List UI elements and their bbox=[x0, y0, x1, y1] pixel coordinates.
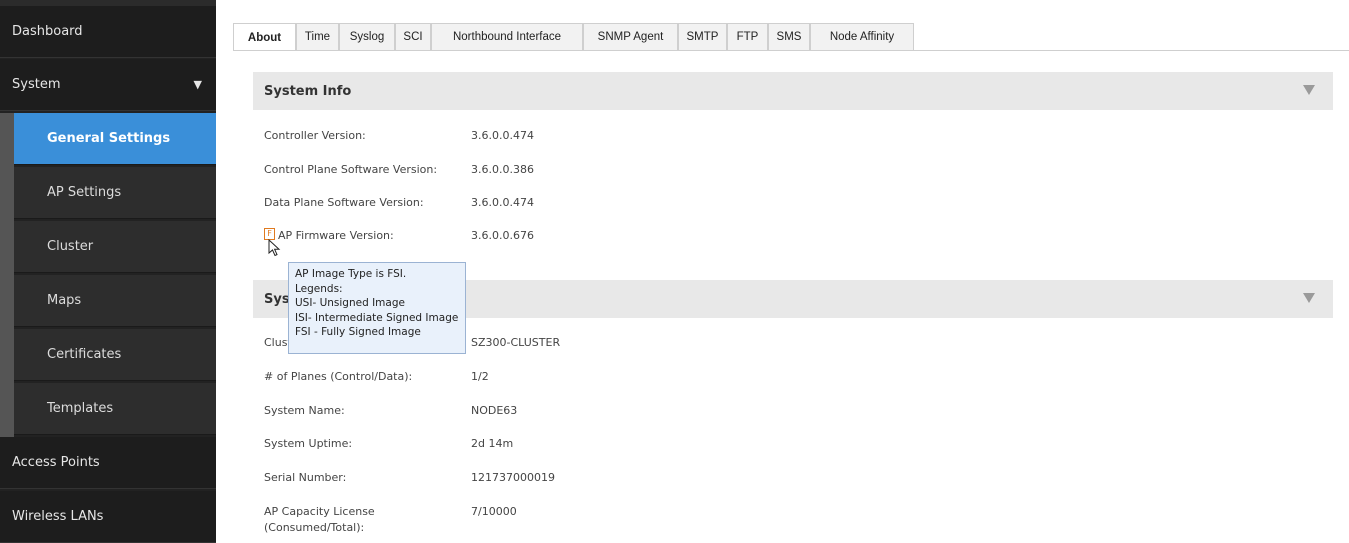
system-name-label: System Name: bbox=[264, 404, 345, 417]
ap-capacity-license-label-2: (Consumed/Total): bbox=[264, 521, 365, 534]
tab-label: Node Affinity bbox=[829, 31, 895, 43]
tab-time[interactable]: Time bbox=[296, 23, 339, 50]
sidebar-item-cluster[interactable]: Cluster bbox=[14, 221, 216, 273]
tooltip-line: FSI - Fully Signed Image bbox=[295, 326, 421, 338]
sidebar-item-label: System bbox=[12, 77, 61, 92]
sidebar-item-label: Dashboard bbox=[12, 24, 83, 39]
tab-northbound-interface[interactable]: Northbound Interface bbox=[431, 23, 583, 50]
tab-node-affinity[interactable]: Node Affinity bbox=[810, 23, 914, 50]
system-uptime-value: 2d 14m bbox=[471, 437, 514, 450]
tab-smtp[interactable]: SMTP bbox=[678, 23, 727, 50]
sidebar-item-general-settings[interactable]: General Settings bbox=[14, 113, 216, 165]
sidebar-item-access-points[interactable]: Access Points bbox=[0, 437, 216, 489]
sidebar-item-label: Access Points bbox=[12, 455, 100, 470]
section-title: System Info bbox=[264, 83, 352, 99]
sidebar-item-maps[interactable]: Maps bbox=[14, 275, 216, 327]
sidebar-item-certificates[interactable]: Certificates bbox=[14, 329, 216, 381]
data-plane-version-value: 3.6.0.0.474 bbox=[471, 196, 534, 209]
collapse-icon[interactable] bbox=[1303, 85, 1315, 95]
tab-sms[interactable]: SMS bbox=[768, 23, 810, 50]
serial-number-value: 121737000019 bbox=[471, 471, 555, 484]
tab-label: SMTP bbox=[686, 31, 719, 43]
tooltip-line: USI- Unsigned Image bbox=[295, 297, 405, 309]
sidebar-item-label: AP Settings bbox=[47, 185, 122, 200]
system-info-header[interactable]: System Info bbox=[253, 72, 1333, 110]
system-uptime-label: System Uptime: bbox=[264, 437, 353, 450]
mouse-pointer-icon bbox=[268, 239, 281, 257]
collapse-icon[interactable] bbox=[1303, 293, 1315, 303]
tooltip-line: Legends: bbox=[295, 282, 343, 295]
ap-capacity-license-label: AP Capacity License bbox=[264, 505, 375, 518]
control-plane-version-label: Control Plane Software Version: bbox=[264, 163, 438, 176]
tab-label: Northbound Interface bbox=[452, 31, 562, 43]
ap-capacity-license-value: 7/10000 bbox=[471, 505, 517, 518]
tab-about[interactable]: About bbox=[233, 23, 296, 51]
tab-label: Syslog bbox=[349, 31, 385, 43]
image-type-tooltip: AP Image Type is FSI. Legends: USI- Unsi… bbox=[288, 262, 466, 354]
sidebar-item-label: Templates bbox=[47, 401, 114, 416]
tab-label: Time bbox=[304, 31, 331, 43]
sidebar-item-templates[interactable]: Templates bbox=[14, 383, 216, 435]
controller-version-value: 3.6.0.0.474 bbox=[471, 129, 534, 142]
sidebar-item-label: Wireless LANs bbox=[12, 509, 104, 524]
tab-label: About bbox=[247, 31, 282, 44]
cluster-name-value: SZ300-CLUSTER bbox=[471, 336, 561, 349]
ap-firmware-version-label: AP Firmware Version: bbox=[278, 229, 394, 242]
tab-label: SMS bbox=[776, 31, 802, 43]
planes-label: # of Planes (Control/Data): bbox=[264, 370, 413, 383]
sidebar: Dashboard System ▼ General Settings AP S… bbox=[0, 0, 216, 543]
tooltip-line: AP Image Type is FSI. bbox=[295, 268, 407, 280]
sidebar-item-label: Certificates bbox=[47, 347, 122, 362]
tab-label: SNMP Agent bbox=[597, 31, 664, 43]
tab-ftp[interactable]: FTP bbox=[727, 23, 768, 50]
tab-snmp-agent[interactable]: SNMP Agent bbox=[583, 23, 678, 50]
planes-value: 1/2 bbox=[471, 370, 489, 383]
tab-label: FTP bbox=[736, 31, 759, 43]
tab-label: SCI bbox=[403, 31, 423, 43]
tab-syslog[interactable]: Syslog bbox=[339, 23, 395, 50]
ap-firmware-version-value: 3.6.0.0.676 bbox=[471, 229, 534, 242]
tab-sci[interactable]: SCI bbox=[395, 23, 431, 50]
data-plane-version-label: Data Plane Software Version: bbox=[264, 196, 424, 209]
chevron-down-icon: ▼ bbox=[193, 78, 202, 91]
control-plane-version-value: 3.6.0.0.386 bbox=[471, 163, 534, 176]
controller-version-label: Controller Version: bbox=[264, 129, 366, 142]
submenu-rail bbox=[0, 113, 14, 437]
tab-divider bbox=[233, 50, 1349, 51]
sidebar-item-label: General Settings bbox=[47, 131, 171, 146]
sidebar-item-label: Cluster bbox=[47, 239, 94, 254]
sidebar-item-label: Maps bbox=[47, 293, 82, 308]
serial-number-label: Serial Number: bbox=[264, 471, 347, 484]
sidebar-item-ap-settings[interactable]: AP Settings bbox=[14, 167, 216, 219]
tooltip-line: ISI- Intermediate Signed Image bbox=[295, 311, 459, 324]
sidebar-item-dashboard[interactable]: Dashboard bbox=[0, 6, 216, 58]
sidebar-item-wireless-lans[interactable]: Wireless LANs bbox=[0, 491, 216, 543]
sidebar-item-system[interactable]: System ▼ bbox=[0, 59, 216, 111]
system-name-value: NODE63 bbox=[471, 404, 518, 417]
